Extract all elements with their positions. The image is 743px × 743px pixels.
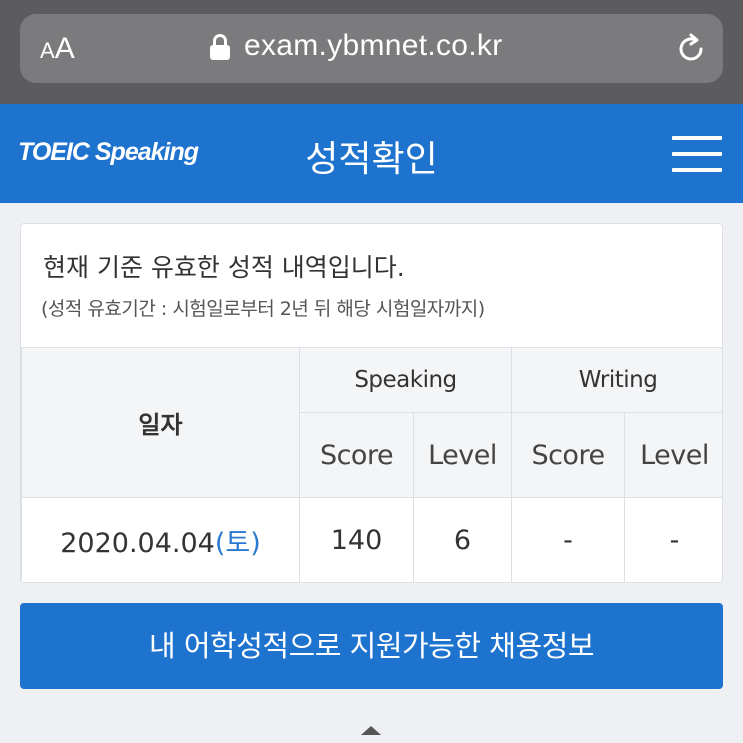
card-title: 현재 기준 유효한 성적 내역입니다. [43,253,405,282]
speaking-level-cell: 6 [413,497,512,582]
score-table: 일자 Speaking Writing Score Level Score Le… [21,347,722,582]
test-date-cell: 2020.04.04(토) [21,497,300,582]
writing-level-cell: - [623,497,722,582]
text-size-icon[interactable]: AA [40,32,75,66]
test-day-of-week: (토) [214,527,261,559]
url-text[interactable]: exam.ybmnet.co.kr [244,29,503,63]
writing-score-cell: - [511,497,625,582]
test-date: 2020.04.04 [60,527,215,559]
score-card: 현재 기준 유효한 성적 내역입니다. (성적 유효기간 : 시험일로부터 2년… [20,223,723,583]
site-header: TOEIC Speaking 성적확인 [0,104,743,203]
speaking-score-header: Score [299,412,414,498]
writing-score-header: Score [511,412,625,498]
text-size-big: A [54,32,75,65]
page-title: 성적확인 [305,139,438,180]
writing-header: Writing [510,347,722,413]
hamburger-menu-icon[interactable] [672,134,722,174]
speaking-score-cell: 140 [299,497,414,582]
lock-icon [210,34,230,60]
text-size-small: A [40,38,55,63]
speaking-header: Speaking [299,347,512,413]
date-column-header: 일자 [21,347,300,498]
address-bar[interactable]: AA exam.ybmnet.co.kr [20,14,723,83]
job-listings-button[interactable]: 내 어학성적으로 지원가능한 채용정보 [20,603,723,689]
writing-level-header: Level [623,412,722,498]
validity-note: (성적 유효기간 : 시험일로부터 2년 뒤 해당 시험일자까지) [41,298,485,320]
browser-toolbar: AA exam.ybmnet.co.kr [0,0,743,104]
reload-icon[interactable] [674,32,708,66]
table-row: 2020.04.04(토) 140 6 - - [21,497,722,582]
speaking-level-header: Level [413,412,512,498]
scroll-top-arrow-icon[interactable] [361,726,381,735]
